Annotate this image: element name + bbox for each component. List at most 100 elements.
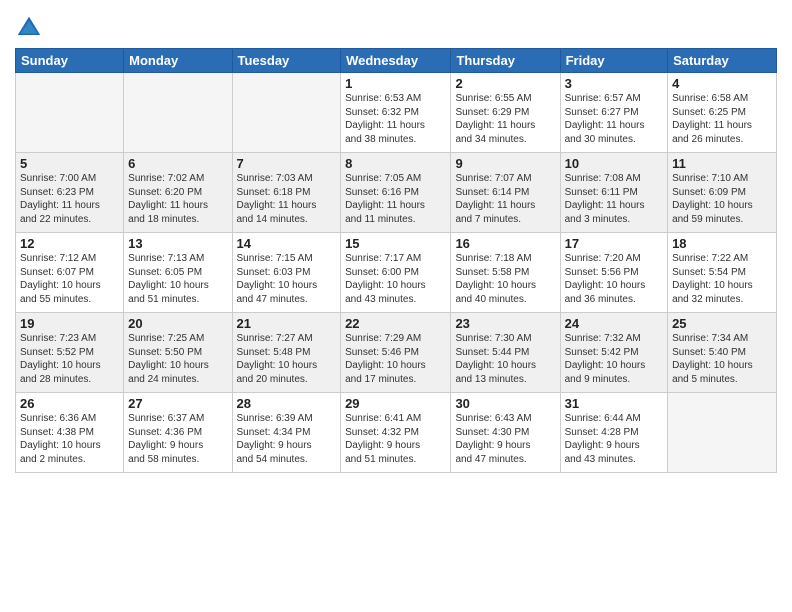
calendar-week-row: 1Sunrise: 6:53 AM Sunset: 6:32 PM Daylig… xyxy=(16,73,777,153)
day-number: 24 xyxy=(565,316,663,331)
day-number: 10 xyxy=(565,156,663,171)
calendar-cell: 7Sunrise: 7:03 AM Sunset: 6:18 PM Daylig… xyxy=(232,153,341,233)
day-info: Sunrise: 7:03 AM Sunset: 6:18 PM Dayligh… xyxy=(237,172,337,226)
day-info: Sunrise: 7:07 AM Sunset: 6:14 PM Dayligh… xyxy=(455,172,555,226)
day-info: Sunrise: 7:27 AM Sunset: 5:48 PM Dayligh… xyxy=(237,332,337,386)
day-info: Sunrise: 7:30 AM Sunset: 5:44 PM Dayligh… xyxy=(455,332,555,386)
calendar-week-row: 5Sunrise: 7:00 AM Sunset: 6:23 PM Daylig… xyxy=(16,153,777,233)
day-number: 29 xyxy=(345,396,446,411)
logo-icon xyxy=(15,14,43,42)
calendar-cell: 3Sunrise: 6:57 AM Sunset: 6:27 PM Daylig… xyxy=(560,73,667,153)
day-info: Sunrise: 6:58 AM Sunset: 6:25 PM Dayligh… xyxy=(672,92,772,146)
day-number: 2 xyxy=(455,76,555,91)
calendar-cell: 6Sunrise: 7:02 AM Sunset: 6:20 PM Daylig… xyxy=(124,153,232,233)
day-number: 15 xyxy=(345,236,446,251)
day-info: Sunrise: 7:23 AM Sunset: 5:52 PM Dayligh… xyxy=(20,332,119,386)
day-info: Sunrise: 7:32 AM Sunset: 5:42 PM Dayligh… xyxy=(565,332,663,386)
calendar-cell: 4Sunrise: 6:58 AM Sunset: 6:25 PM Daylig… xyxy=(668,73,777,153)
calendar-cell: 10Sunrise: 7:08 AM Sunset: 6:11 PM Dayli… xyxy=(560,153,667,233)
day-info: Sunrise: 7:15 AM Sunset: 6:03 PM Dayligh… xyxy=(237,252,337,306)
day-number: 7 xyxy=(237,156,337,171)
day-number: 14 xyxy=(237,236,337,251)
calendar-cell: 28Sunrise: 6:39 AM Sunset: 4:34 PM Dayli… xyxy=(232,393,341,473)
calendar-cell: 31Sunrise: 6:44 AM Sunset: 4:28 PM Dayli… xyxy=(560,393,667,473)
weekday-header-friday: Friday xyxy=(560,49,667,73)
weekday-header-thursday: Thursday xyxy=(451,49,560,73)
calendar-cell: 27Sunrise: 6:37 AM Sunset: 4:36 PM Dayli… xyxy=(124,393,232,473)
day-number: 5 xyxy=(20,156,119,171)
day-info: Sunrise: 7:05 AM Sunset: 6:16 PM Dayligh… xyxy=(345,172,446,226)
calendar-week-row: 12Sunrise: 7:12 AM Sunset: 6:07 PM Dayli… xyxy=(16,233,777,313)
calendar-week-row: 26Sunrise: 6:36 AM Sunset: 4:38 PM Dayli… xyxy=(16,393,777,473)
calendar-cell: 21Sunrise: 7:27 AM Sunset: 5:48 PM Dayli… xyxy=(232,313,341,393)
day-number: 8 xyxy=(345,156,446,171)
calendar-cell xyxy=(16,73,124,153)
calendar-week-row: 19Sunrise: 7:23 AM Sunset: 5:52 PM Dayli… xyxy=(16,313,777,393)
calendar-cell: 8Sunrise: 7:05 AM Sunset: 6:16 PM Daylig… xyxy=(341,153,451,233)
weekday-header-wednesday: Wednesday xyxy=(341,49,451,73)
weekday-header-tuesday: Tuesday xyxy=(232,49,341,73)
calendar-cell xyxy=(124,73,232,153)
day-number: 31 xyxy=(565,396,663,411)
day-number: 17 xyxy=(565,236,663,251)
day-info: Sunrise: 7:12 AM Sunset: 6:07 PM Dayligh… xyxy=(20,252,119,306)
calendar-cell: 26Sunrise: 6:36 AM Sunset: 4:38 PM Dayli… xyxy=(16,393,124,473)
calendar-cell: 15Sunrise: 7:17 AM Sunset: 6:00 PM Dayli… xyxy=(341,233,451,313)
calendar-cell xyxy=(232,73,341,153)
calendar-cell: 11Sunrise: 7:10 AM Sunset: 6:09 PM Dayli… xyxy=(668,153,777,233)
day-info: Sunrise: 7:18 AM Sunset: 5:58 PM Dayligh… xyxy=(455,252,555,306)
day-info: Sunrise: 6:44 AM Sunset: 4:28 PM Dayligh… xyxy=(565,412,663,466)
day-info: Sunrise: 7:00 AM Sunset: 6:23 PM Dayligh… xyxy=(20,172,119,226)
day-number: 9 xyxy=(455,156,555,171)
day-number: 16 xyxy=(455,236,555,251)
day-number: 20 xyxy=(128,316,227,331)
day-number: 11 xyxy=(672,156,772,171)
header-section xyxy=(15,10,777,42)
weekday-header-sunday: Sunday xyxy=(16,49,124,73)
day-number: 23 xyxy=(455,316,555,331)
weekday-header-saturday: Saturday xyxy=(668,49,777,73)
calendar-cell: 23Sunrise: 7:30 AM Sunset: 5:44 PM Dayli… xyxy=(451,313,560,393)
day-number: 27 xyxy=(128,396,227,411)
day-number: 25 xyxy=(672,316,772,331)
day-number: 28 xyxy=(237,396,337,411)
day-number: 18 xyxy=(672,236,772,251)
day-info: Sunrise: 7:02 AM Sunset: 6:20 PM Dayligh… xyxy=(128,172,227,226)
calendar-cell: 1Sunrise: 6:53 AM Sunset: 6:32 PM Daylig… xyxy=(341,73,451,153)
day-number: 22 xyxy=(345,316,446,331)
day-info: Sunrise: 6:39 AM Sunset: 4:34 PM Dayligh… xyxy=(237,412,337,466)
calendar-cell xyxy=(668,393,777,473)
day-info: Sunrise: 7:10 AM Sunset: 6:09 PM Dayligh… xyxy=(672,172,772,226)
calendar-cell: 17Sunrise: 7:20 AM Sunset: 5:56 PM Dayli… xyxy=(560,233,667,313)
weekday-header-monday: Monday xyxy=(124,49,232,73)
day-number: 1 xyxy=(345,76,446,91)
day-number: 30 xyxy=(455,396,555,411)
calendar-cell: 14Sunrise: 7:15 AM Sunset: 6:03 PM Dayli… xyxy=(232,233,341,313)
day-info: Sunrise: 6:41 AM Sunset: 4:32 PM Dayligh… xyxy=(345,412,446,466)
weekday-header-row: SundayMondayTuesdayWednesdayThursdayFrid… xyxy=(16,49,777,73)
calendar-cell: 24Sunrise: 7:32 AM Sunset: 5:42 PM Dayli… xyxy=(560,313,667,393)
day-info: Sunrise: 7:17 AM Sunset: 6:00 PM Dayligh… xyxy=(345,252,446,306)
calendar-cell: 5Sunrise: 7:00 AM Sunset: 6:23 PM Daylig… xyxy=(16,153,124,233)
day-info: Sunrise: 7:22 AM Sunset: 5:54 PM Dayligh… xyxy=(672,252,772,306)
day-number: 21 xyxy=(237,316,337,331)
calendar-cell: 16Sunrise: 7:18 AM Sunset: 5:58 PM Dayli… xyxy=(451,233,560,313)
day-info: Sunrise: 7:20 AM Sunset: 5:56 PM Dayligh… xyxy=(565,252,663,306)
day-info: Sunrise: 6:57 AM Sunset: 6:27 PM Dayligh… xyxy=(565,92,663,146)
day-number: 4 xyxy=(672,76,772,91)
page-container: SundayMondayTuesdayWednesdayThursdayFrid… xyxy=(0,0,792,478)
day-info: Sunrise: 7:29 AM Sunset: 5:46 PM Dayligh… xyxy=(345,332,446,386)
day-info: Sunrise: 7:25 AM Sunset: 5:50 PM Dayligh… xyxy=(128,332,227,386)
logo xyxy=(15,14,47,42)
calendar-cell: 22Sunrise: 7:29 AM Sunset: 5:46 PM Dayli… xyxy=(341,313,451,393)
calendar-cell: 20Sunrise: 7:25 AM Sunset: 5:50 PM Dayli… xyxy=(124,313,232,393)
calendar-table: SundayMondayTuesdayWednesdayThursdayFrid… xyxy=(15,48,777,473)
day-number: 6 xyxy=(128,156,227,171)
calendar-cell: 29Sunrise: 6:41 AM Sunset: 4:32 PM Dayli… xyxy=(341,393,451,473)
day-number: 19 xyxy=(20,316,119,331)
calendar-cell: 25Sunrise: 7:34 AM Sunset: 5:40 PM Dayli… xyxy=(668,313,777,393)
day-info: Sunrise: 7:13 AM Sunset: 6:05 PM Dayligh… xyxy=(128,252,227,306)
day-info: Sunrise: 6:53 AM Sunset: 6:32 PM Dayligh… xyxy=(345,92,446,146)
day-info: Sunrise: 6:43 AM Sunset: 4:30 PM Dayligh… xyxy=(455,412,555,466)
day-number: 13 xyxy=(128,236,227,251)
